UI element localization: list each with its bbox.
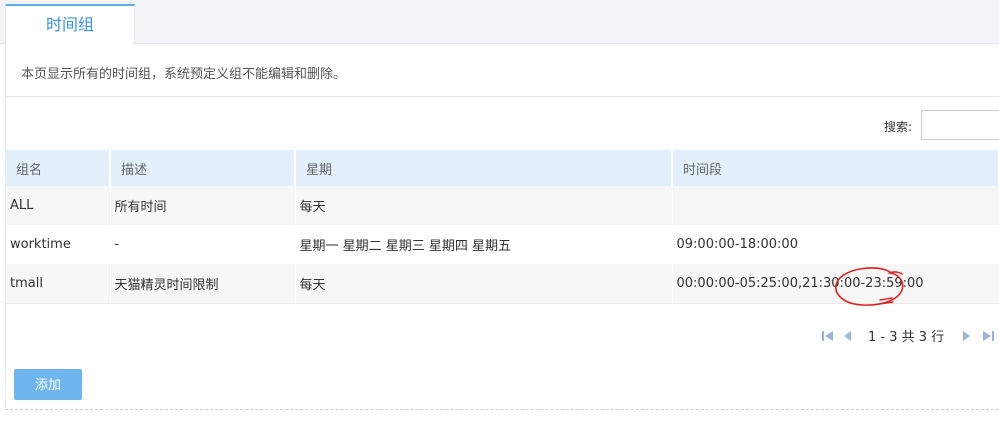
divider xyxy=(5,96,999,97)
next-page-icon[interactable] xyxy=(960,330,972,342)
add-button[interactable]: 添加 xyxy=(14,369,82,400)
cell-time xyxy=(672,186,999,225)
pagination-info: 1 - 3 共 3 行 xyxy=(868,330,945,345)
cell-name: ALL xyxy=(6,186,111,225)
cell-time: 09:00:00-18:00:00 xyxy=(672,225,999,264)
cell-desc: 所有时间 xyxy=(110,186,296,225)
column-header-name[interactable]: 组名 xyxy=(6,150,111,186)
first-page-icon[interactable] xyxy=(822,330,834,342)
search-label: 搜索: xyxy=(884,120,913,134)
divider xyxy=(5,409,999,410)
table-row[interactable]: worktime - 星期一 星期二 星期三 星期四 星期五 09:00:00-… xyxy=(6,225,999,264)
column-header-time[interactable]: 时间段 xyxy=(672,150,999,186)
cell-week: 每天 xyxy=(295,264,673,304)
cell-desc: - xyxy=(110,225,296,264)
pagination: 1 - 3 共 3 行 xyxy=(820,326,999,346)
search-input[interactable] xyxy=(921,110,999,140)
page-description: 本页显示所有的时间组，系统预定义组不能编辑和删除。 xyxy=(21,67,347,82)
cell-name: tmall xyxy=(6,264,111,304)
tab-time-group[interactable]: 时间组 xyxy=(5,4,135,45)
cell-desc: 天猫精灵时间限制 xyxy=(110,264,296,304)
last-page-icon[interactable] xyxy=(982,330,994,342)
table-header-row: 组名 描述 星期 时间段 xyxy=(6,150,999,186)
column-header-week[interactable]: 星期 xyxy=(295,150,673,186)
prev-page-icon[interactable] xyxy=(842,330,854,342)
table-row[interactable]: ALL 所有时间 每天 xyxy=(6,186,999,225)
cell-week: 每天 xyxy=(295,186,673,225)
annotation-circle-icon xyxy=(835,267,904,306)
tab-bar: 时间组 xyxy=(0,0,999,45)
column-header-desc[interactable]: 描述 xyxy=(110,150,296,186)
cell-week: 星期一 星期二 星期三 星期四 星期五 xyxy=(295,225,673,264)
cell-name: worktime xyxy=(6,225,111,264)
